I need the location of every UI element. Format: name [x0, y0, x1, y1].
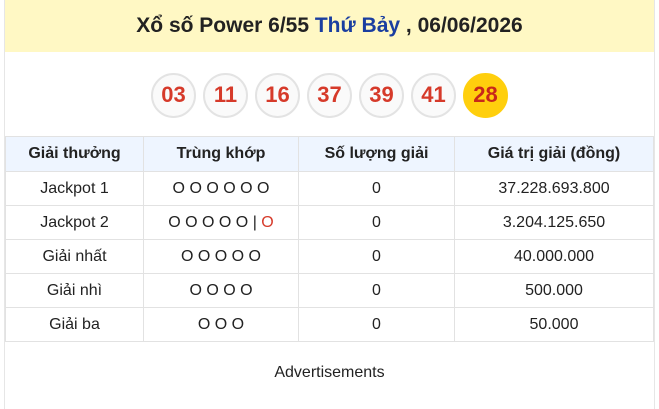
table-row: Giải nhất O O O O O 0 40.000.000	[5, 239, 654, 274]
column-header-match: Trùng khớp	[143, 136, 299, 172]
table-row: Jackpot 1 O O O O O O 0 37.228.693.800	[5, 171, 654, 206]
match-pattern: O O O O	[143, 273, 299, 308]
result-title: Xổ số Power 6/55 Thứ Bảy , 06/06/2026	[5, 0, 654, 52]
column-header-value: Giá trị giải (đồng)	[454, 136, 654, 172]
table-header-row: Giải thưởng Trùng khớp Số lượng giải Giá…	[5, 136, 654, 172]
prize-name: Giải ba	[5, 307, 144, 342]
number-ball: 37	[307, 72, 352, 118]
match-pattern: O O O	[143, 307, 299, 342]
prize-value: 3.204.125.650	[454, 205, 654, 240]
number-ball: 39	[359, 72, 404, 118]
prize-value: 500.000	[454, 273, 654, 308]
match-pattern: O O O O O	[143, 239, 299, 274]
table-row: Giải ba O O O 0 50.000	[5, 307, 654, 342]
prize-table: Giải thưởng Trùng khớp Số lượng giải Giá…	[5, 136, 654, 342]
prize-name: Giải nhất	[5, 239, 144, 274]
number-ball: 11	[203, 72, 248, 118]
power-number-ball: 28	[463, 72, 508, 118]
prize-value: 50.000	[454, 307, 654, 342]
winner-count: 0	[298, 273, 455, 308]
match-pattern: O O O O O O	[143, 171, 299, 206]
column-header-prize: Giải thưởng	[5, 136, 144, 172]
table-row: Giải nhì O O O O 0 500.000	[5, 273, 654, 308]
winner-count: 0	[298, 205, 455, 240]
winning-numbers: 03 11 16 37 39 41 28	[5, 52, 654, 136]
winner-count: 0	[298, 171, 455, 206]
number-ball: 16	[255, 72, 300, 118]
prize-name: Jackpot 1	[5, 171, 144, 206]
match-pattern: O O O O O | O	[143, 205, 299, 240]
prize-name: Giải nhì	[5, 273, 144, 308]
advertisements-label: Advertisements	[274, 364, 385, 381]
lottery-result-card: Xổ số Power 6/55 Thứ Bảy , 06/06/2026 03…	[4, 0, 655, 409]
prize-name: Jackpot 2	[5, 205, 144, 240]
number-ball: 41	[411, 72, 456, 118]
winner-count: 0	[298, 307, 455, 342]
title-prefix: Xổ số Power 6/55	[136, 14, 315, 37]
prize-value: 40.000.000	[454, 239, 654, 274]
title-date: , 06/06/2026	[400, 14, 523, 37]
column-header-count: Số lượng giải	[298, 136, 455, 172]
number-ball: 03	[151, 72, 196, 118]
title-day-link[interactable]: Thứ Bảy	[315, 14, 400, 38]
table-row: Jackpot 2 O O O O O | O 0 3.204.125.650	[5, 205, 654, 240]
winner-count: 0	[298, 239, 455, 274]
prize-value: 37.228.693.800	[454, 171, 654, 206]
